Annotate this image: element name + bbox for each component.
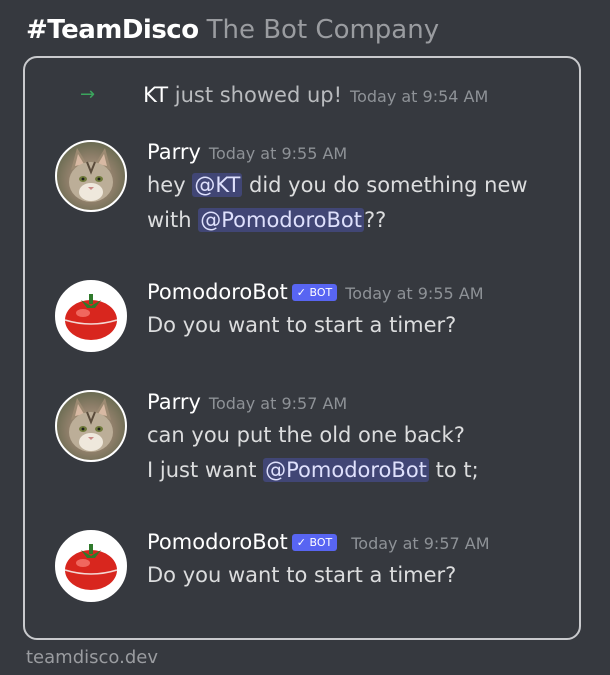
- avatar[interactable]: [55, 530, 127, 602]
- message-line: hey @KT did you do something new: [147, 168, 528, 203]
- tomato-timer-icon: [64, 544, 118, 590]
- cat-avatar-image: [69, 148, 113, 202]
- user-mention[interactable]: @PomodoroBot: [198, 208, 364, 232]
- message-line: with @PomodoroBot??: [147, 203, 528, 238]
- bot-badge: ✓ BOT: [291, 534, 338, 551]
- message-timestamp: Today at 9:55 AM: [208, 144, 348, 163]
- join-event: → KT just showed up! Today at 9:54 AM: [80, 83, 488, 107]
- message-text: I just want: [147, 458, 264, 482]
- message-text: ??: [364, 208, 387, 232]
- join-timestamp: Today at 9:54 AM: [350, 87, 489, 106]
- message-line: I just want @PomodoroBot to t;: [147, 453, 479, 488]
- avatar[interactable]: [55, 280, 127, 352]
- avatar[interactable]: [55, 140, 127, 212]
- page-header: #TeamDisco The Bot Company: [26, 15, 439, 45]
- message-text: Do you want to start a timer?: [147, 313, 457, 337]
- bot-badge: ✓ BOT: [291, 284, 338, 301]
- message-text: Do you want to start a timer?: [147, 563, 457, 587]
- message-text: did you do something new: [242, 173, 528, 197]
- message-timestamp: Today at 9:55 AM: [345, 284, 484, 303]
- message-text: hey: [147, 173, 193, 197]
- message-content: PomodoroBot ✓ BOT Today at 9:57 AM Do you …: [147, 530, 490, 593]
- message-author[interactable]: Parry: [147, 390, 201, 414]
- arrow-right-icon: →: [80, 84, 96, 105]
- message-text: can you put the old one back?: [147, 423, 465, 447]
- avatar[interactable]: [55, 390, 127, 462]
- company-name: The Bot Company: [206, 15, 440, 45]
- site-url[interactable]: teamdisco.dev: [26, 647, 158, 668]
- message-content: Parry Today at 9:57 AM can you put the ol…: [147, 390, 479, 488]
- join-text: just showed up!: [174, 83, 343, 107]
- message-author[interactable]: PomodoroBot: [147, 530, 288, 554]
- message-content: Parry Today at 9:55 AM hey @KT did you do…: [147, 140, 528, 238]
- message-author[interactable]: Parry: [147, 140, 201, 164]
- message-timestamp: Today at 9:57 AM: [351, 534, 490, 553]
- user-mention[interactable]: @KT: [192, 173, 243, 197]
- cat-avatar-image: [69, 398, 113, 452]
- message-author[interactable]: PomodoroBot: [147, 280, 288, 304]
- join-user[interactable]: KT: [143, 83, 168, 107]
- user-mention[interactable]: @PomodoroBot: [263, 458, 429, 482]
- tomato-timer-icon: [64, 294, 118, 340]
- message-text: with: [147, 208, 199, 232]
- message-timestamp: Today at 9:57 AM: [208, 394, 348, 413]
- team-hashtag: #TeamDisco: [26, 15, 199, 45]
- message-text: to t;: [428, 458, 479, 482]
- message-content: PomodoroBot ✓ BOT Today at 9:55 AM Do you …: [147, 280, 484, 343]
